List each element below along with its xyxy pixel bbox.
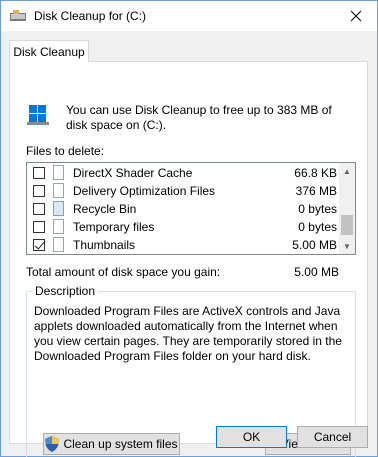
disk-cleanup-window: Disk Cleanup for (C:) Disk Cleanup You c… bbox=[0, 0, 378, 457]
drive-icon bbox=[10, 10, 26, 21]
clean-up-label: Clean up system files bbox=[63, 437, 178, 451]
item-size: 0 bytes bbox=[298, 202, 337, 216]
scroll-thumb[interactable] bbox=[341, 215, 353, 235]
list-item[interactable]: Temporary files 0 bytes bbox=[27, 218, 339, 236]
item-size: 5.00 MB bbox=[292, 238, 337, 252]
tab-panel: You can use Disk Cleanup to free up to 3… bbox=[9, 61, 368, 457]
file-icon bbox=[53, 183, 64, 198]
item-label: DirectX Shader Cache bbox=[73, 166, 193, 180]
list-scrollbar[interactable]: ▲ ▼ bbox=[339, 163, 355, 254]
files-to-delete-label: Files to delete: bbox=[26, 144, 105, 158]
checkbox[interactable] bbox=[33, 221, 45, 233]
checkbox[interactable] bbox=[33, 203, 45, 215]
files-list[interactable]: DirectX Shader Cache 66.8 KB Delivery Op… bbox=[26, 162, 356, 255]
title-bar: Disk Cleanup for (C:) bbox=[1, 1, 377, 31]
checkbox[interactable] bbox=[33, 185, 45, 197]
close-icon bbox=[350, 10, 362, 22]
file-icon bbox=[53, 165, 64, 180]
uac-shield-icon bbox=[45, 436, 60, 452]
close-button[interactable] bbox=[341, 3, 371, 29]
windows-drive-icon bbox=[27, 105, 49, 125]
checkbox-checked[interactable] bbox=[33, 239, 45, 251]
item-label: Delivery Optimization Files bbox=[73, 184, 216, 198]
list-item[interactable]: Delivery Optimization Files 376 MB bbox=[27, 182, 339, 200]
list-item[interactable]: Recycle Bin 0 bytes bbox=[27, 200, 339, 218]
cancel-button[interactable]: Cancel bbox=[297, 426, 368, 448]
total-label: Total amount of disk space you gain: bbox=[26, 265, 221, 279]
ok-button[interactable]: OK bbox=[216, 426, 287, 448]
window-title: Disk Cleanup for (C:) bbox=[34, 9, 147, 23]
total-value: 5.00 MB bbox=[294, 265, 339, 279]
item-size: 376 MB bbox=[295, 184, 337, 198]
clean-up-system-files-button[interactable]: Clean up system files bbox=[43, 433, 180, 455]
scroll-up-icon[interactable]: ▲ bbox=[339, 163, 355, 179]
list-item[interactable]: DirectX Shader Cache 66.8 KB bbox=[27, 164, 339, 182]
item-label: Temporary files bbox=[73, 220, 155, 234]
item-size: 66.8 KB bbox=[294, 166, 337, 180]
description-text: Downloaded Program Files are ActiveX con… bbox=[34, 304, 342, 363]
list-item[interactable]: Thumbnails 5.00 MB bbox=[27, 236, 339, 254]
checkbox[interactable] bbox=[33, 167, 45, 179]
scroll-down-icon[interactable]: ▼ bbox=[339, 238, 355, 254]
recycle-bin-icon bbox=[53, 201, 64, 216]
dialog-body: Disk Cleanup You can use Disk Cleanup to… bbox=[1, 31, 377, 457]
file-icon bbox=[53, 219, 64, 234]
item-label: Recycle Bin bbox=[73, 202, 137, 216]
item-size: 0 bytes bbox=[298, 220, 337, 234]
tab-disk-cleanup[interactable]: Disk Cleanup bbox=[9, 40, 89, 62]
intro-text: You can use Disk Cleanup to free up to 3… bbox=[66, 103, 332, 132]
description-legend: Description bbox=[32, 284, 99, 298]
item-label: Thumbnails bbox=[73, 238, 136, 252]
file-icon bbox=[53, 237, 64, 252]
